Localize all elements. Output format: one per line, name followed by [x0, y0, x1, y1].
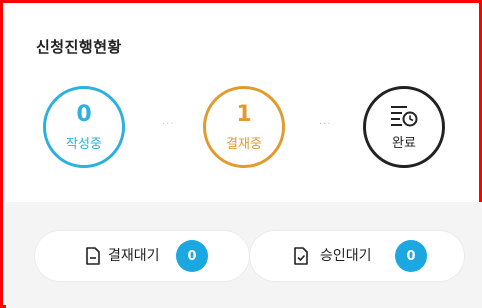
awaiting-approval-button[interactable]: 결재대기 0	[35, 231, 249, 281]
step-separator: ···	[162, 119, 175, 130]
panel-title: 신청진행현황	[36, 38, 122, 56]
status-panel: 신청진행현황 0 작성중 ··· 1 결재중 ··· 완료 결재대기 0 승인대…	[0, 0, 482, 308]
step-approving[interactable]: 1 결재중	[203, 86, 285, 168]
awaiting-authorization-label: 승인대기	[320, 248, 372, 264]
awaiting-approval-count-badge: 0	[176, 240, 208, 272]
list-clock-icon	[391, 105, 418, 126]
step-completed[interactable]: 완료	[363, 86, 445, 168]
step-drafting[interactable]: 0 작성중	[43, 86, 125, 168]
step-approving-label: 결재중	[226, 136, 262, 152]
document-check-icon	[294, 247, 308, 265]
awaiting-approval-label: 결재대기	[108, 248, 160, 264]
step-drafting-count: 0	[76, 101, 92, 127]
pending-section: 결재대기 0 승인대기 0	[6, 202, 482, 308]
awaiting-authorization-count-badge: 0	[395, 240, 427, 272]
document-icon	[86, 247, 100, 265]
step-approving-count: 1	[236, 101, 252, 127]
step-drafting-label: 작성중	[66, 136, 102, 152]
step-separator: ···	[319, 119, 332, 130]
awaiting-authorization-button[interactable]: 승인대기 0	[250, 231, 464, 281]
step-completed-label: 완료	[392, 135, 416, 151]
